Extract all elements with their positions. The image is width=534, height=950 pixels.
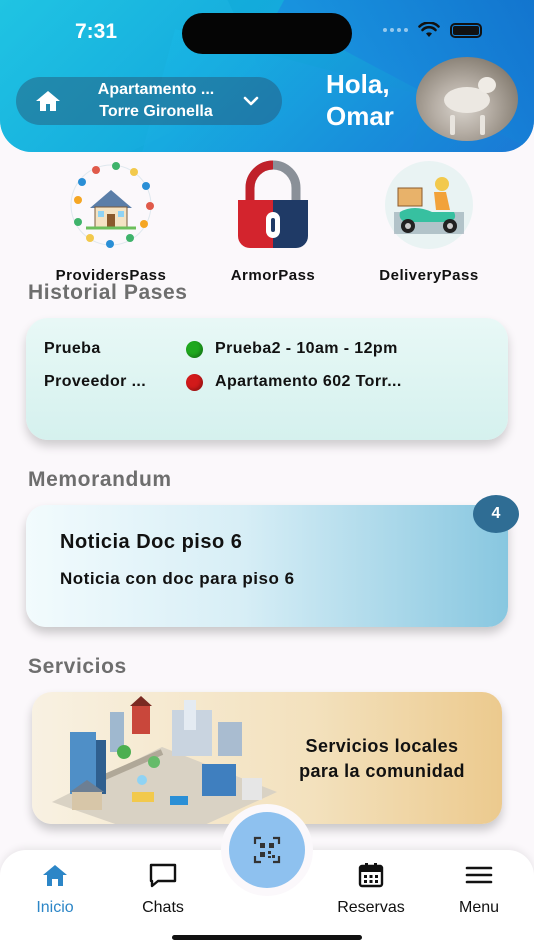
avatar[interactable] <box>416 57 518 141</box>
greeting: Hola, Omar <box>326 68 394 132</box>
tab-label: Reservas <box>337 899 405 916</box>
tab-label: Chats <box>142 899 184 916</box>
services-card[interactable]: Servicios locales para la comunidad <box>32 692 502 824</box>
tab-chats[interactable]: Chats <box>128 862 198 917</box>
location-selector[interactable]: Apartamento ... Torre Gironella <box>16 77 282 125</box>
tab-label: Inicio <box>36 899 74 916</box>
battery-icon <box>450 22 482 38</box>
tab-menu[interactable]: Menu <box>448 862 510 917</box>
home-icon <box>43 865 67 886</box>
delivery-scooter-icon <box>385 161 473 249</box>
greeting-line1: Hola, <box>326 69 390 99</box>
history-detail: Prueba2 - 10am - 12pm <box>215 340 398 357</box>
history-row[interactable]: Prueba Prueba2 - 10am - 12pm <box>44 340 398 358</box>
services-text-line2: para la comunidad <box>299 761 465 781</box>
shortcut-deliverypass[interactable]: DeliveryPass <box>354 160 504 284</box>
home-indicator <box>172 935 362 940</box>
qr-code-icon <box>253 836 281 864</box>
qr-scan-button[interactable] <box>229 812 305 888</box>
signal-icon <box>383 28 408 32</box>
section-title-memo: Memorandum <box>28 468 172 491</box>
shortcut-providerspass[interactable]: ProvidersPass <box>36 160 186 284</box>
history-row[interactable]: Proveedor ... Apartamento 602 Torr... <box>44 373 402 391</box>
shortcut-label: ArmorPass <box>230 267 316 284</box>
tab-reservas[interactable]: Reservas <box>328 862 414 917</box>
padlock-icon <box>238 160 308 248</box>
history-detail: Apartamento 602 Torr... <box>215 373 402 390</box>
status-icons <box>383 22 482 38</box>
shortcut-label: DeliveryPass <box>379 267 479 284</box>
greeting-line2: Omar <box>326 101 394 131</box>
shortcut-armorpass[interactable]: ArmorPass <box>198 160 348 284</box>
location-line2: Torre Gironella <box>99 103 213 120</box>
section-title-history: Historial Pases <box>28 281 188 304</box>
city-illustration <box>52 696 277 824</box>
hamburger-icon <box>465 866 493 884</box>
wifi-icon <box>418 22 440 37</box>
history-who: Prueba <box>44 340 101 357</box>
status-dot-red <box>186 373 203 391</box>
calendar-icon <box>358 863 384 888</box>
status-time: 7:31 <box>75 20 118 43</box>
memo-count-badge: 4 <box>473 495 519 533</box>
section-title-services: Servicios <box>28 655 127 678</box>
status-dot-green <box>186 340 203 358</box>
tab-inicio[interactable]: Inicio <box>22 862 88 917</box>
memo-card-title: Noticia Doc piso 6 <box>60 531 243 553</box>
providers-icon <box>70 162 154 248</box>
history-card[interactable]: Prueba Prueba2 - 10am - 12pm Proveedor .… <box>26 318 508 440</box>
chevron-down-icon <box>243 96 259 106</box>
home-icon <box>36 91 60 111</box>
services-text-line1: Servicios locales <box>305 736 459 756</box>
chat-icon <box>149 863 177 888</box>
dynamic-island <box>182 13 352 54</box>
tab-label: Menu <box>458 899 500 916</box>
memo-card[interactable]: Noticia Doc piso 6 Noticia con doc para … <box>26 505 508 627</box>
location-line1: Apartamento ... <box>97 81 215 98</box>
memo-card-subtitle: Noticia con doc para piso 6 <box>60 569 295 588</box>
history-who: Proveedor ... <box>44 373 147 390</box>
